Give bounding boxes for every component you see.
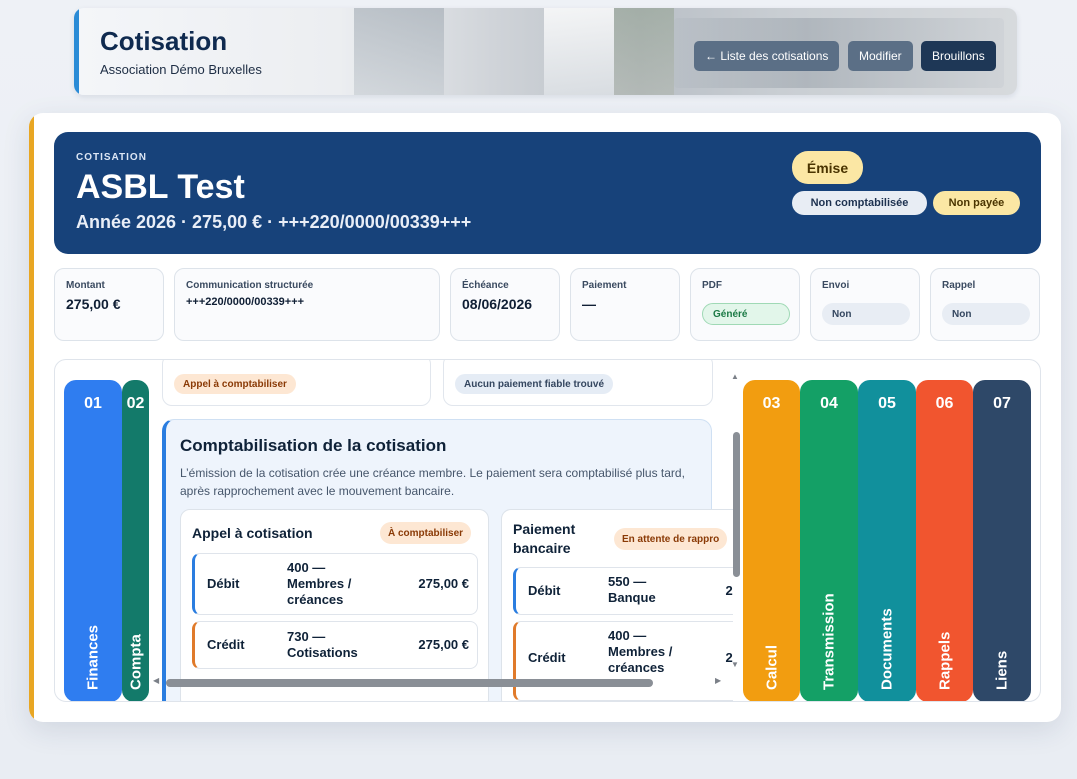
- info-echeance: Échéance 08/06/2026: [450, 268, 560, 341]
- tab-documents[interactable]: 05 Documents: [858, 380, 916, 701]
- line-account: 730 — Cotisations: [287, 629, 358, 660]
- info-value: +++220/0000/00339+++: [186, 296, 305, 308]
- info-envoi: Envoi Non: [810, 268, 920, 341]
- info-label: Rappel: [942, 280, 976, 291]
- tab-number: 07: [993, 395, 1011, 412]
- info-label: Échéance: [462, 280, 509, 291]
- entry-title: Paiement bancaire: [513, 521, 576, 556]
- section-title: Comptabilisation de la cotisation: [180, 436, 447, 455]
- tab-label: Finances: [84, 624, 102, 690]
- line-amount: 275,00 €: [418, 576, 469, 591]
- scroll-right-arrow-icon[interactable]: ▶: [715, 676, 721, 685]
- credit-line: Crédit 730 — Cotisations 275,00 €: [192, 621, 478, 669]
- status-badge: Émise: [792, 151, 863, 184]
- summary-card-left: Appel à comptabiliser: [162, 360, 431, 406]
- line-type: Débit: [528, 583, 561, 598]
- drafts-button[interactable]: Brouillons: [921, 41, 996, 71]
- cotisation-subtitle: Année 2026 · 275,00 € · +++220/0000/0033…: [76, 212, 472, 232]
- tab-compta[interactable]: 02 Compta: [122, 380, 149, 701]
- debit-line: Débit 550 — Banque 27: [513, 567, 733, 615]
- tab-finances[interactable]: 01 Finances: [64, 380, 122, 701]
- summary-card-right: Aucun paiement fiable trouvé: [443, 360, 713, 406]
- tab-label: Transmission: [820, 593, 838, 690]
- credit-line: Crédit 400 — Membres / créances 27: [513, 621, 733, 701]
- horizontal-scrollbar[interactable]: ◀ ▶: [153, 676, 723, 688]
- tab-liens[interactable]: 07 Liens: [973, 380, 1031, 701]
- info-label: Envoi: [822, 280, 850, 291]
- line-account: 400 — Membres / créances: [608, 628, 673, 675]
- tab-number: 05: [878, 395, 896, 412]
- info-label: Communication structurée: [186, 280, 314, 291]
- payment-status-badge: Non payée: [933, 191, 1020, 215]
- rappel-status-chip: Non: [942, 303, 1030, 325]
- line-account: 550 — Banque: [608, 574, 656, 605]
- info-value: 08/06/2026: [462, 296, 533, 312]
- info-label: PDF: [702, 280, 722, 291]
- pdf-status-chip: Généré: [702, 303, 790, 325]
- cotisation-card: COTISATION ASBL Test Année 2026 · 275,00…: [29, 113, 1061, 722]
- header-background-photo: [354, 8, 444, 95]
- vertical-scrollbar[interactable]: ▲ ▼: [731, 372, 741, 672]
- section-description: L’émission de la cotisation crée une cré…: [180, 466, 685, 498]
- entry-appel-cotisation: Appel à cotisation À comptabiliser Débit…: [180, 509, 489, 701]
- info-paiement: Paiement —: [570, 268, 680, 341]
- entry-title: Appel à cotisation: [192, 525, 313, 541]
- scroll-up-arrow-icon[interactable]: ▲: [731, 372, 739, 381]
- tab-number: 01: [84, 395, 102, 412]
- tab-number: 03: [762, 395, 781, 412]
- accounting-chip: Appel à comptabiliser: [174, 374, 296, 394]
- tab-label: Liens: [993, 650, 1011, 690]
- tab-number: 06: [935, 395, 954, 412]
- info-communication: Communication structurée +++220/0000/003…: [174, 268, 440, 341]
- entry-status-chip: À comptabiliser: [380, 522, 472, 544]
- tab-calcul[interactable]: 03 Calcul: [743, 380, 800, 701]
- payment-match-chip: Aucun paiement fiable trouvé: [455, 374, 614, 394]
- info-montant: Montant 275,00 €: [54, 268, 164, 341]
- tabbed-workspace: 01 Finances 02 Compta Appel à comptabili…: [54, 359, 1041, 702]
- tab-number: 04: [820, 395, 838, 412]
- member-name: ASBL Test: [76, 168, 245, 206]
- organization-name: Association Démo Bruxelles: [100, 62, 262, 77]
- compta-panel: Appel à comptabiliser Aucun paiement fia…: [153, 360, 733, 701]
- edit-button[interactable]: Modifier: [848, 41, 913, 71]
- tab-number: 02: [126, 395, 145, 412]
- vertical-scroll-thumb[interactable]: [733, 432, 740, 577]
- accounting-section: Comptabilisation de la cotisation L’émis…: [162, 419, 733, 701]
- info-label: Montant: [66, 280, 105, 291]
- info-value: 275,00 €: [66, 296, 121, 312]
- tab-transmission[interactable]: 04 Transmission: [800, 380, 858, 701]
- entry-paiement-bancaire: Paiement bancaire En attente de rappro D…: [501, 509, 733, 701]
- header-accent-bar: [74, 8, 79, 95]
- tab-rappels[interactable]: 06 Rappels: [916, 380, 973, 701]
- cotisation-summary-banner: COTISATION ASBL Test Année 2026 · 275,00…: [54, 132, 1041, 254]
- line-type: Crédit: [528, 650, 566, 665]
- header-photo-plant: [614, 8, 674, 95]
- line-type: Crédit: [207, 637, 245, 652]
- line-amount: 275,00 €: [418, 637, 469, 652]
- tab-label: Compta: [127, 634, 144, 690]
- back-to-list-button[interactable]: ← Liste des cotisations: [694, 41, 840, 71]
- accounting-status-badge: Non comptabilisée: [792, 191, 927, 215]
- card-accent-bar: [29, 113, 34, 722]
- line-account: 400 — Membres / créances: [287, 560, 352, 607]
- page-title: Cotisation: [100, 26, 228, 56]
- page-header: Cotisation Association Démo Bruxelles ← …: [74, 8, 1017, 95]
- banner-kicker: COTISATION: [76, 152, 147, 163]
- info-label: Paiement: [582, 280, 627, 291]
- info-pdf: PDF Généré: [690, 268, 800, 341]
- tab-label: Documents: [878, 608, 896, 690]
- line-type: Débit: [207, 576, 240, 591]
- tab-label: Rappels: [936, 631, 953, 690]
- entry-status-chip: En attente de rappro: [614, 528, 728, 550]
- header-photo-window: [544, 8, 614, 95]
- info-rappel: Rappel Non: [930, 268, 1040, 341]
- tab-label: Calcul: [763, 644, 780, 690]
- scroll-down-arrow-icon[interactable]: ▼: [731, 660, 739, 669]
- scroll-left-arrow-icon[interactable]: ◀: [153, 676, 159, 685]
- debit-line: Débit 400 — Membres / créances 275,00 €: [192, 553, 478, 615]
- horizontal-scroll-thumb[interactable]: [166, 679, 653, 687]
- envoi-status-chip: Non: [822, 303, 910, 325]
- info-value: —: [582, 296, 596, 312]
